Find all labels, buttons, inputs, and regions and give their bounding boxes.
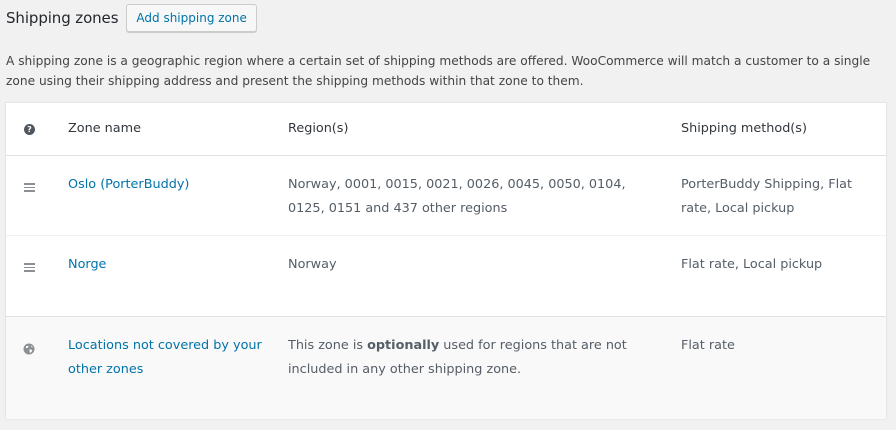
column-zone-name: Zone name <box>68 121 141 136</box>
globe-cell <box>21 334 37 364</box>
table-row: Norge Norway Flat rate, Local pickup <box>6 236 886 316</box>
page-title: Shipping zones <box>6 9 119 27</box>
default-zone-name-link[interactable]: Locations not covered by your other zone… <box>68 334 268 382</box>
drag-handle-icon[interactable] <box>24 183 35 194</box>
zone-regions: Norway <box>288 257 337 272</box>
drag-handle-icon[interactable] <box>24 263 35 274</box>
add-shipping-zone-button[interactable]: Add shipping zone <box>126 4 257 32</box>
intro-text: A shipping zone is a geographic region w… <box>6 54 871 88</box>
shipping-zones-page: Shipping zones Add shipping zone A shipp… <box>0 0 896 430</box>
description-start: This zone is <box>288 338 368 353</box>
question-circle-icon[interactable]: ? <box>24 124 35 135</box>
heading-row: Shipping zones Add shipping zone <box>6 4 257 32</box>
default-zone-description: This zone is optionally used for regions… <box>288 334 638 382</box>
column-regions: Region(s) <box>288 121 349 136</box>
zone-regions: Norway, 0001, 0015, 0021, 0026, 0045, 00… <box>288 177 626 216</box>
zone-methods: PorterBuddy Shipping, Flat rate, Local p… <box>681 177 853 216</box>
default-zone-row: Locations not covered by your other zone… <box>6 316 886 419</box>
zone-methods: Flat rate, Local pickup <box>681 257 823 272</box>
description-emphasis: optionally <box>367 338 440 353</box>
help-cell: ? <box>21 117 37 141</box>
drag-cell <box>21 253 37 283</box>
table-row: Oslo (PorterBuddy) Norway, 0001, 0015, 0… <box>6 156 886 236</box>
table-header: ? Zone name Region(s) Shipping method(s) <box>6 103 886 156</box>
zone-name-link[interactable]: Norge <box>68 253 268 277</box>
column-shipping-methods: Shipping method(s) <box>681 121 807 136</box>
drag-cell <box>21 173 37 203</box>
zone-name-link[interactable]: Oslo (PorterBuddy) <box>68 173 268 197</box>
default-zone-methods: Flat rate <box>681 338 735 353</box>
shipping-zones-table: ? Zone name Region(s) Shipping method(s)… <box>5 102 887 419</box>
globe-icon <box>23 340 35 364</box>
